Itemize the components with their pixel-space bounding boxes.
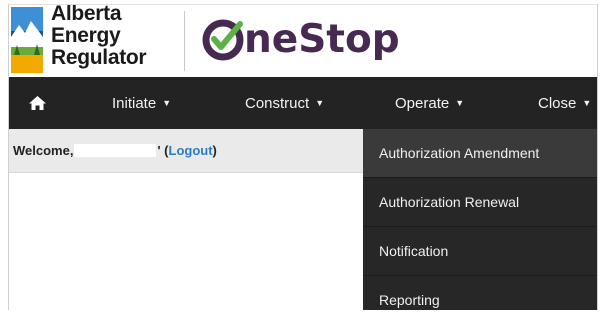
nav-operate-label: Operate xyxy=(395,94,450,112)
menu-item-label: Notification xyxy=(379,243,449,259)
aer-line-2: Energy xyxy=(51,24,121,47)
chevron-down-icon: ▼ xyxy=(315,98,325,108)
aer-line-1: Alberta xyxy=(51,4,122,25)
nav-close-label: Close xyxy=(538,94,577,112)
nav-initiate-label: Initiate xyxy=(112,94,157,112)
aer-line-3: Regulator xyxy=(51,46,147,69)
redacted-username xyxy=(74,144,157,157)
nav-operate[interactable]: Operate ▼ xyxy=(395,77,464,129)
nav-initiate[interactable]: Initiate ▼ xyxy=(112,77,171,129)
chevron-down-icon: ▼ xyxy=(162,98,172,108)
main-navbar: Initiate ▼ Construct ▼ Operate ▼ Close ▼ xyxy=(9,77,597,129)
menu-item-label: Authorization Renewal xyxy=(379,194,520,210)
nav-construct[interactable]: Construct ▼ xyxy=(245,77,324,129)
aer-logo-icon xyxy=(11,7,43,73)
welcome-open-paren: ( xyxy=(160,143,169,158)
welcome-text: Welcome, xyxy=(13,143,74,158)
onestop-check-icon xyxy=(202,19,244,61)
welcome-close-paren: ) xyxy=(212,143,217,158)
menu-item-notification[interactable]: Notification xyxy=(363,227,597,276)
operate-dropdown-menu: Authorization Amendment Authorization Re… xyxy=(363,129,597,310)
menu-item-authorization-renewal[interactable]: Authorization Renewal xyxy=(363,178,597,227)
app-frame: Alberta Energy Regulator neStop Initiate… xyxy=(8,4,598,310)
nav-construct-label: Construct xyxy=(245,94,310,112)
menu-item-label: Authorization Amendment xyxy=(379,145,540,161)
nav-close[interactable]: Close ▼ xyxy=(538,77,591,129)
chevron-down-icon: ▼ xyxy=(455,98,465,108)
menu-item-authorization-amendment[interactable]: Authorization Amendment xyxy=(363,129,597,178)
welcome-bar: Welcome, ' ( Logout ) xyxy=(9,129,363,173)
header: Alberta Energy Regulator neStop xyxy=(9,5,597,77)
menu-item-label: Reporting xyxy=(379,292,440,308)
chevron-down-icon: ▼ xyxy=(582,98,592,108)
onestop-logo[interactable]: neStop xyxy=(200,11,400,67)
header-divider xyxy=(184,11,185,71)
onestop-wordmark: neStop xyxy=(244,16,400,62)
menu-item-reporting[interactable]: Reporting xyxy=(363,276,597,310)
home-icon xyxy=(29,96,46,110)
nav-home[interactable] xyxy=(29,77,46,129)
logout-link[interactable]: Logout xyxy=(169,143,213,158)
aer-wordmark: Alberta Energy Regulator xyxy=(51,4,147,69)
